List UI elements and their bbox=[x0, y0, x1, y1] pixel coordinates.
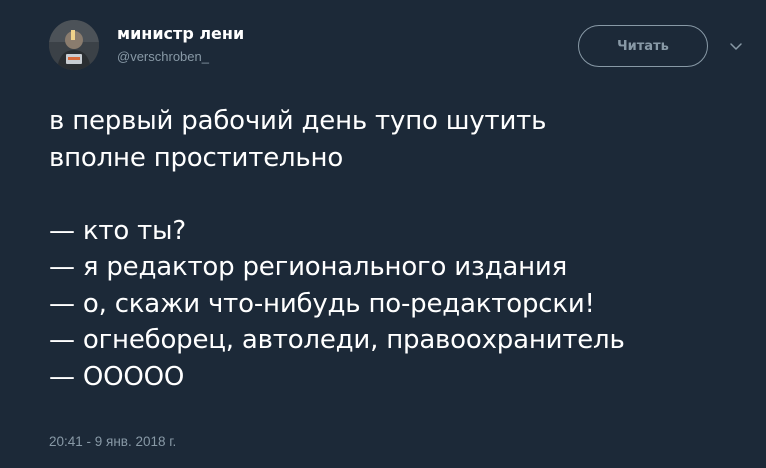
chevron-down-icon[interactable] bbox=[728, 38, 744, 54]
tweet-text: в первый рабочий день тупо шутить вполне… bbox=[49, 103, 749, 395]
tweet-timestamp[interactable]: 20:41 - 9 янв. 2018 г. bbox=[49, 433, 176, 451]
tweet-line: — кто ты? bbox=[49, 215, 186, 246]
avatar[interactable] bbox=[49, 20, 99, 70]
author-block: министр лени @verschroben_ bbox=[117, 24, 244, 66]
chevron-down-icon-shape bbox=[730, 43, 742, 50]
tweet-line: вполне простительно bbox=[49, 142, 344, 173]
tweet-line: — ООООО bbox=[49, 361, 185, 392]
tweet-line: — о, скажи что-нибудь по-редакторски! bbox=[49, 288, 595, 319]
avatar-image bbox=[49, 20, 99, 70]
follow-button-label: Читать bbox=[617, 38, 669, 54]
tweet-card: министр лени @verschroben_ Читать в перв… bbox=[0, 0, 766, 468]
follow-button[interactable]: Читать bbox=[578, 25, 708, 67]
author-display-name[interactable]: министр лени bbox=[117, 24, 244, 44]
author-handle[interactable]: @verschroben_ bbox=[117, 48, 244, 66]
tweet-line: — я редактор регионального издания bbox=[49, 252, 568, 282]
tweet-line: — огнеборец, автоледи, правоохранитель bbox=[49, 325, 625, 355]
tweet-line: в первый рабочий день тупо шутить bbox=[49, 106, 547, 136]
